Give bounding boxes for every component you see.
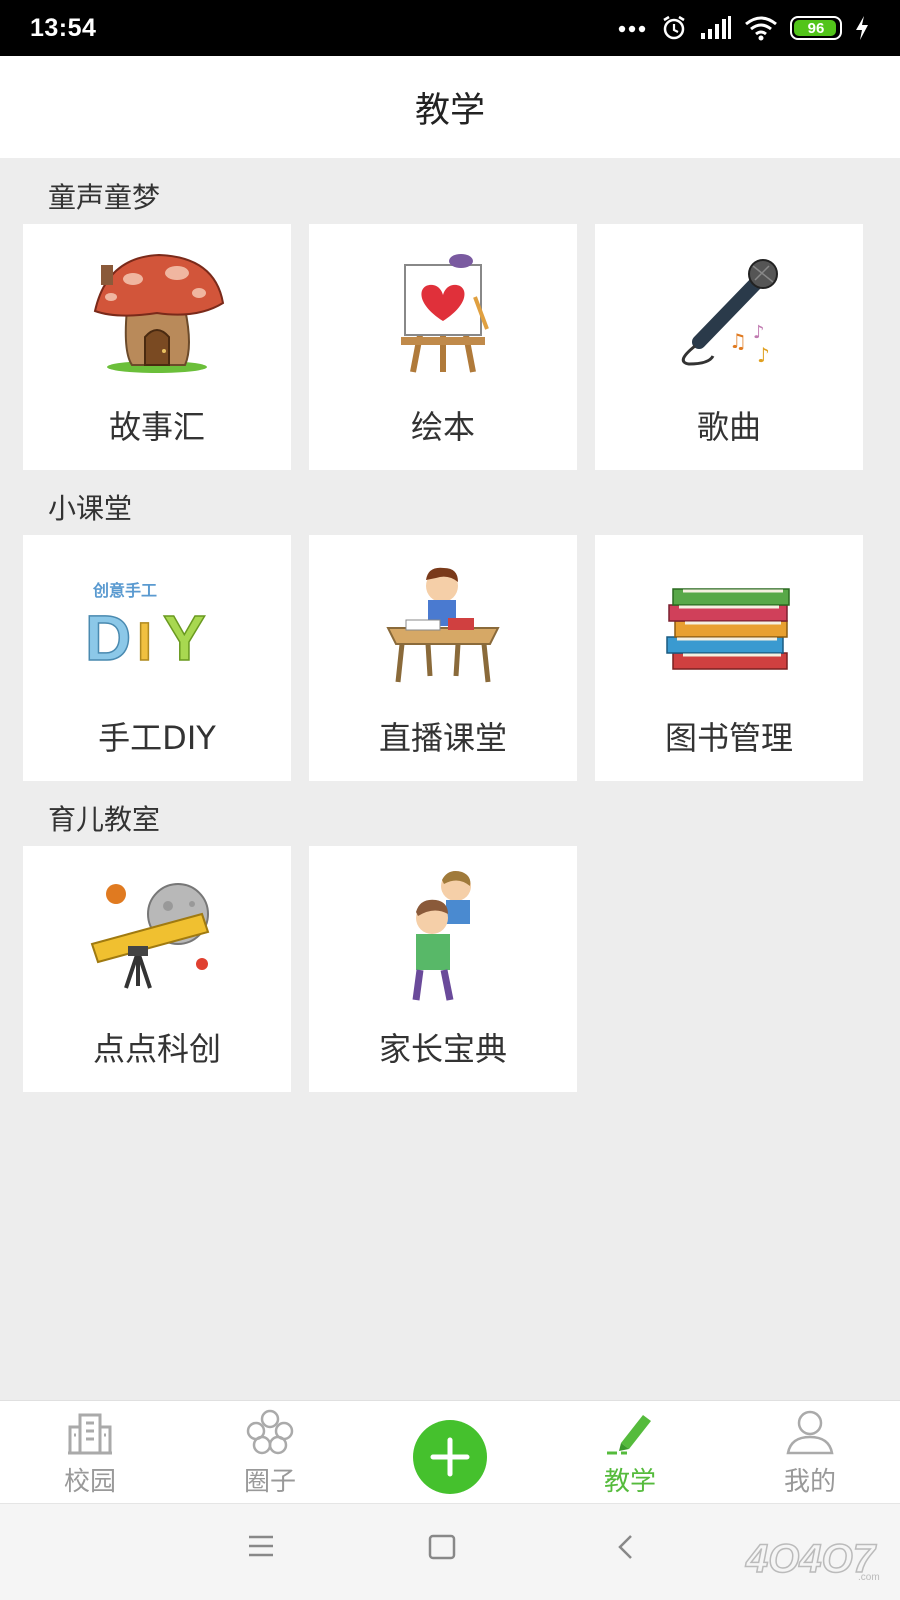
card-label: 图书管理 [664,719,793,757]
card-parent-guide[interactable]: 家长宝典 [309,846,577,1092]
card-label: 绘本 [410,408,475,446]
student-desk-icon [386,567,500,683]
nav-label: 圈子 [243,1467,296,1497]
svg-text:♫: ♫ [729,329,747,353]
home-icon[interactable] [428,1534,456,1560]
card-label: 点点科创 [92,1030,221,1068]
easel-heart-icon [401,254,489,373]
watermark-logo: 4O4O7 .com [744,1536,880,1583]
svg-text:I: I [137,612,152,672]
section-title-parenting: 育儿教室 [48,803,161,836]
svg-text:Y: Y [163,602,206,674]
svg-text:.com: .com [858,1572,880,1583]
alarm-icon [663,15,685,40]
battery-percent: 96 [807,19,825,37]
section-title-story: 童声童梦 [48,181,161,214]
svg-text:D: D [85,602,131,674]
status-time: 13:54 [30,13,97,42]
charging-icon [856,16,868,40]
signal-icon [701,16,731,39]
svg-text:♪: ♪ [757,343,770,367]
back-icon[interactable] [616,1534,636,1560]
card-live-class[interactable]: 直播课堂 [309,535,577,781]
card-diy[interactable]: 创意手工 D I Y 手工DIY [23,535,291,781]
card-library[interactable]: 图书管理 [595,535,863,781]
nav-item-circle[interactable]: 圈子 [180,1401,360,1503]
card-label: 家长宝典 [378,1030,507,1068]
nav-item-mine[interactable]: 我的 [720,1401,900,1503]
diy-letters-icon: 创意手工 D I Y [84,581,206,675]
card-story[interactable]: 故事汇 [23,224,291,470]
card-science[interactable]: 点点科创 [23,846,291,1092]
telescope-icon [90,883,210,989]
pen-icon [607,1415,651,1455]
status-bar: 13:54 96 [0,0,900,56]
nav-label: 我的 [783,1467,836,1497]
parent-child-icon [412,871,471,1001]
more-dots-icon [618,25,646,33]
wifi-icon [745,16,777,41]
svg-text:♪: ♪ [753,322,765,343]
microphone-icon: ♫ ♪ ♪ [681,259,778,367]
card-label: 歌曲 [696,408,761,446]
nav-label: 教学 [603,1467,656,1497]
header: 教学 [0,56,900,158]
status-icons: 96 [618,14,870,42]
card-label: 手工DIY [98,719,216,757]
section-title-classroom: 小课堂 [48,492,133,525]
nav-label: 校园 [63,1467,116,1497]
book-stack-icon [666,588,790,670]
page-title: 教学 [414,90,485,131]
card-songs[interactable]: ♫ ♪ ♪ 歌曲 [595,224,863,470]
user-icon [786,1410,834,1455]
system-nav-bar: 4O4O7 .com [0,1503,900,1600]
menu-icon[interactable] [247,1534,275,1558]
card-picture-book[interactable]: 绘本 [309,224,577,470]
battery-icon: 96 [790,16,842,40]
flower-icon [246,1409,294,1455]
svg-text:4O4O7: 4O4O7 [745,1537,877,1581]
svg-text:创意手工: 创意手工 [92,581,157,600]
add-button[interactable] [413,1420,487,1494]
card-label: 直播课堂 [378,719,507,757]
card-label: 故事汇 [108,408,205,446]
nav-item-teaching[interactable]: 教学 [540,1401,720,1503]
nav-item-campus[interactable]: 校园 [0,1401,180,1503]
mushroom-house-icon [93,253,225,373]
plus-icon [430,1437,470,1477]
building-icon [68,1413,112,1455]
